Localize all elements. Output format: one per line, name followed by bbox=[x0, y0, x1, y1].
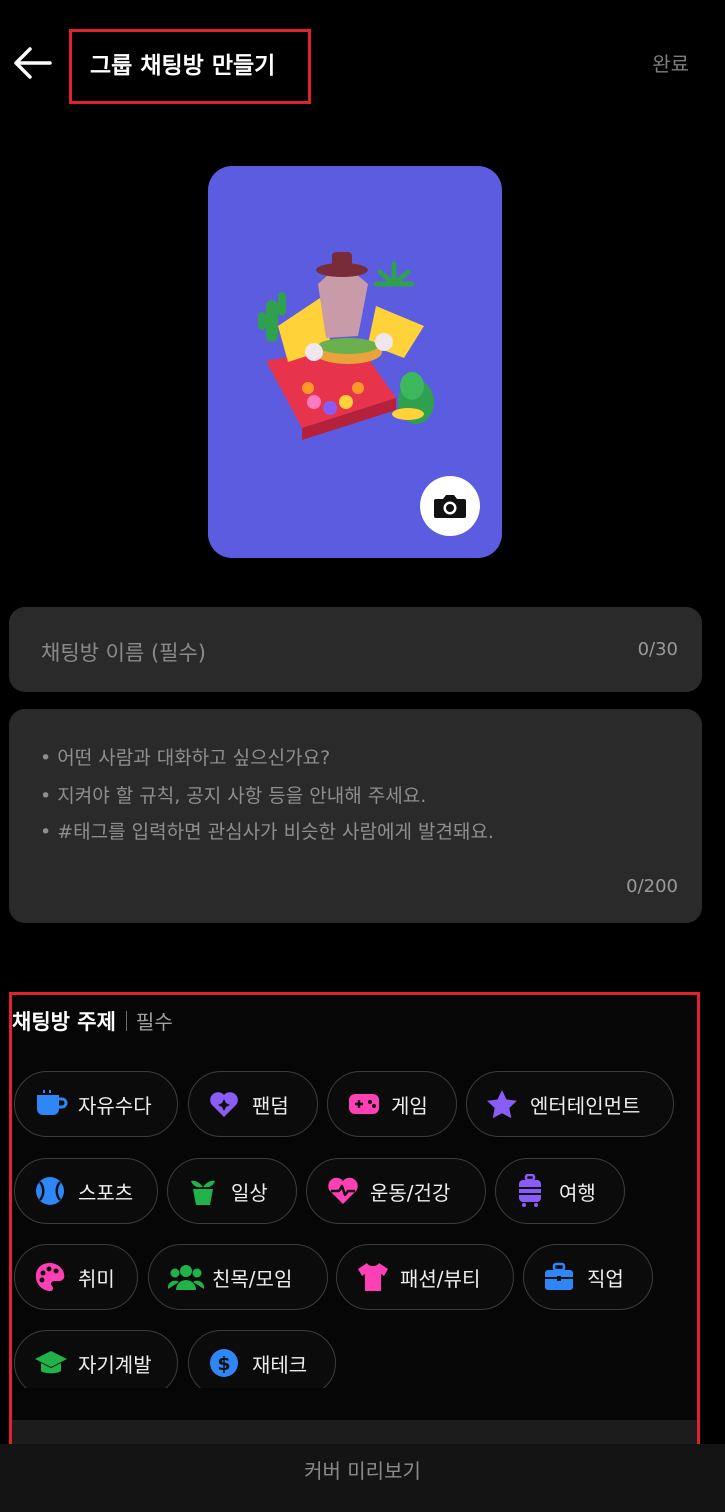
description-counter: 0/200 bbox=[626, 876, 678, 897]
topic-section-title: 채팅방 주제 bbox=[12, 1010, 116, 1034]
plant-pot-icon bbox=[187, 1175, 227, 1207]
topic-chip-exercise-health[interactable]: 운동/건강 bbox=[306, 1158, 486, 1224]
ball-icon bbox=[34, 1175, 74, 1207]
coffee-cup-icon bbox=[34, 1088, 74, 1120]
topic-chip-fashion-beauty[interactable]: 패션/뷰티 bbox=[336, 1244, 514, 1310]
description-hint-line: • 지켜야 할 규칙, 공지 사항 등을 안내해 주세요. bbox=[40, 785, 427, 807]
arrow-left-icon bbox=[14, 47, 52, 79]
topic-chip-hobby[interactable]: 취미 bbox=[14, 1244, 138, 1310]
briefcase-icon bbox=[543, 1261, 583, 1293]
topic-chip-label: 취미 bbox=[78, 1266, 115, 1291]
camera-icon bbox=[434, 495, 466, 518]
chatroom-name-field[interactable]: 채팅방 이름 (필수) 0/30 bbox=[9, 607, 702, 692]
topic-chip-label: 친목/모임 bbox=[212, 1266, 293, 1291]
page-title: 그룹 채팅방 만들기 bbox=[90, 53, 276, 79]
topic-chip-self-development[interactable]: 자기계발 bbox=[14, 1330, 178, 1396]
topic-chip-label: 자유수다 bbox=[78, 1093, 152, 1118]
cover-image[interactable] bbox=[208, 166, 502, 558]
topic-chip-finance[interactable]: $ 재테크 bbox=[188, 1330, 336, 1396]
shirt-icon bbox=[356, 1261, 396, 1293]
topic-chip-daily-life[interactable]: 일상 bbox=[167, 1158, 297, 1224]
topic-chip-label: 팬덤 bbox=[252, 1093, 289, 1118]
topic-chip-label: 여행 bbox=[559, 1180, 596, 1205]
gamepad-icon bbox=[347, 1088, 387, 1120]
done-button[interactable]: 완료 bbox=[652, 48, 689, 77]
topic-chip-label: 직업 bbox=[587, 1266, 624, 1291]
topic-chip-fandom[interactable]: 팬덤 bbox=[188, 1071, 318, 1137]
svg-text:$: $ bbox=[217, 1353, 230, 1375]
topic-chip-free-talk[interactable]: 자유수다 bbox=[14, 1071, 178, 1137]
topic-chip-label: 일상 bbox=[231, 1180, 268, 1205]
chatroom-name-counter: 0/30 bbox=[637, 639, 678, 660]
topic-chip-label: 스포츠 bbox=[78, 1180, 134, 1205]
topic-chip-career[interactable]: 직업 bbox=[523, 1244, 653, 1310]
topic-chip-label: 게임 bbox=[391, 1093, 428, 1118]
description-hint-line: • #태그를 입력하면 관심사가 비슷한 사람에게 발견돼요. bbox=[40, 821, 494, 843]
topic-chip-sports[interactable]: 스포츠 bbox=[14, 1158, 158, 1224]
dollar-coin-icon: $ bbox=[208, 1347, 248, 1379]
cover-preview-button[interactable]: 커버 미리보기 bbox=[0, 1444, 725, 1512]
topic-chip-game[interactable]: 게임 bbox=[327, 1071, 457, 1137]
topic-chip-entertainment[interactable]: 엔터테인먼트 bbox=[466, 1071, 674, 1137]
back-button[interactable] bbox=[10, 40, 56, 86]
graduation-cap-icon bbox=[34, 1347, 74, 1379]
change-cover-button[interactable] bbox=[420, 476, 480, 536]
description-hint-line: • 어떤 사람과 대화하고 싶으신가요? bbox=[40, 747, 331, 769]
topic-chip-label: 패션/뷰티 bbox=[400, 1266, 481, 1291]
topic-divider bbox=[125, 1011, 127, 1031]
topic-required-label: 필수 bbox=[135, 1010, 173, 1034]
heart-sparkle-icon bbox=[208, 1088, 248, 1120]
topic-chip-social-meetup[interactable]: 친목/모임 bbox=[148, 1244, 328, 1310]
topic-chip-label: 운동/건강 bbox=[370, 1180, 451, 1205]
star-icon bbox=[486, 1088, 526, 1120]
chatroom-name-placeholder: 채팅방 이름 (필수) bbox=[41, 641, 206, 665]
topic-chip-travel[interactable]: 여행 bbox=[495, 1158, 625, 1224]
bottom-bar bbox=[12, 1420, 697, 1444]
heartbeat-icon bbox=[326, 1175, 366, 1207]
topic-chip-label: 엔터테인먼트 bbox=[530, 1093, 641, 1118]
topic-chip-label: 자기계발 bbox=[78, 1352, 152, 1377]
people-icon bbox=[168, 1261, 208, 1293]
topic-section-header: 채팅방 주제 필수 bbox=[12, 1006, 173, 1036]
topic-chip-label: 재테크 bbox=[252, 1352, 308, 1377]
palette-icon bbox=[34, 1261, 74, 1293]
scroll-fade bbox=[12, 1388, 697, 1420]
chatroom-description-field[interactable]: • 어떤 사람과 대화하고 싶으신가요? • 지켜야 할 규칙, 공지 사항 등… bbox=[9, 709, 702, 923]
header: 그룹 채팅방 만들기 완료 bbox=[0, 0, 725, 124]
luggage-icon bbox=[515, 1174, 555, 1207]
